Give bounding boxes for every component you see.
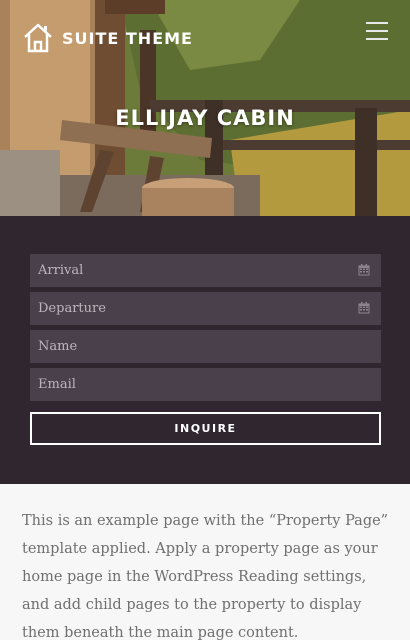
menu-bar	[366, 30, 388, 32]
site-logo[interactable]: SUITE THEME	[22, 22, 193, 54]
inquiry-form: Arrival Departure Name Email INQUIRE	[0, 216, 410, 484]
hamburger-menu-icon[interactable]	[366, 22, 388, 42]
departure-field[interactable]: Departure	[30, 292, 381, 325]
email-field[interactable]: Email	[30, 368, 381, 401]
page-content-paragraph: This is an example page with the “Proper…	[22, 513, 389, 640]
name-placeholder: Name	[38, 339, 78, 354]
hero-banner: SUITE THEME ELLIJAY CABIN	[0, 0, 410, 216]
departure-placeholder: Departure	[38, 301, 106, 316]
house-icon	[24, 23, 52, 53]
arrival-placeholder: Arrival	[38, 263, 84, 278]
inquire-button[interactable]: INQUIRE	[30, 412, 381, 445]
calendar-icon[interactable]	[358, 302, 370, 314]
calendar-icon[interactable]	[358, 264, 370, 276]
site-title[interactable]: SUITE THEME	[62, 29, 193, 48]
email-placeholder: Email	[38, 377, 76, 392]
menu-bar	[366, 22, 388, 24]
page-title: ELLIJAY CABIN	[115, 106, 295, 130]
menu-bar	[366, 38, 388, 40]
name-field[interactable]: Name	[30, 330, 381, 363]
arrival-field[interactable]: Arrival	[30, 254, 381, 287]
